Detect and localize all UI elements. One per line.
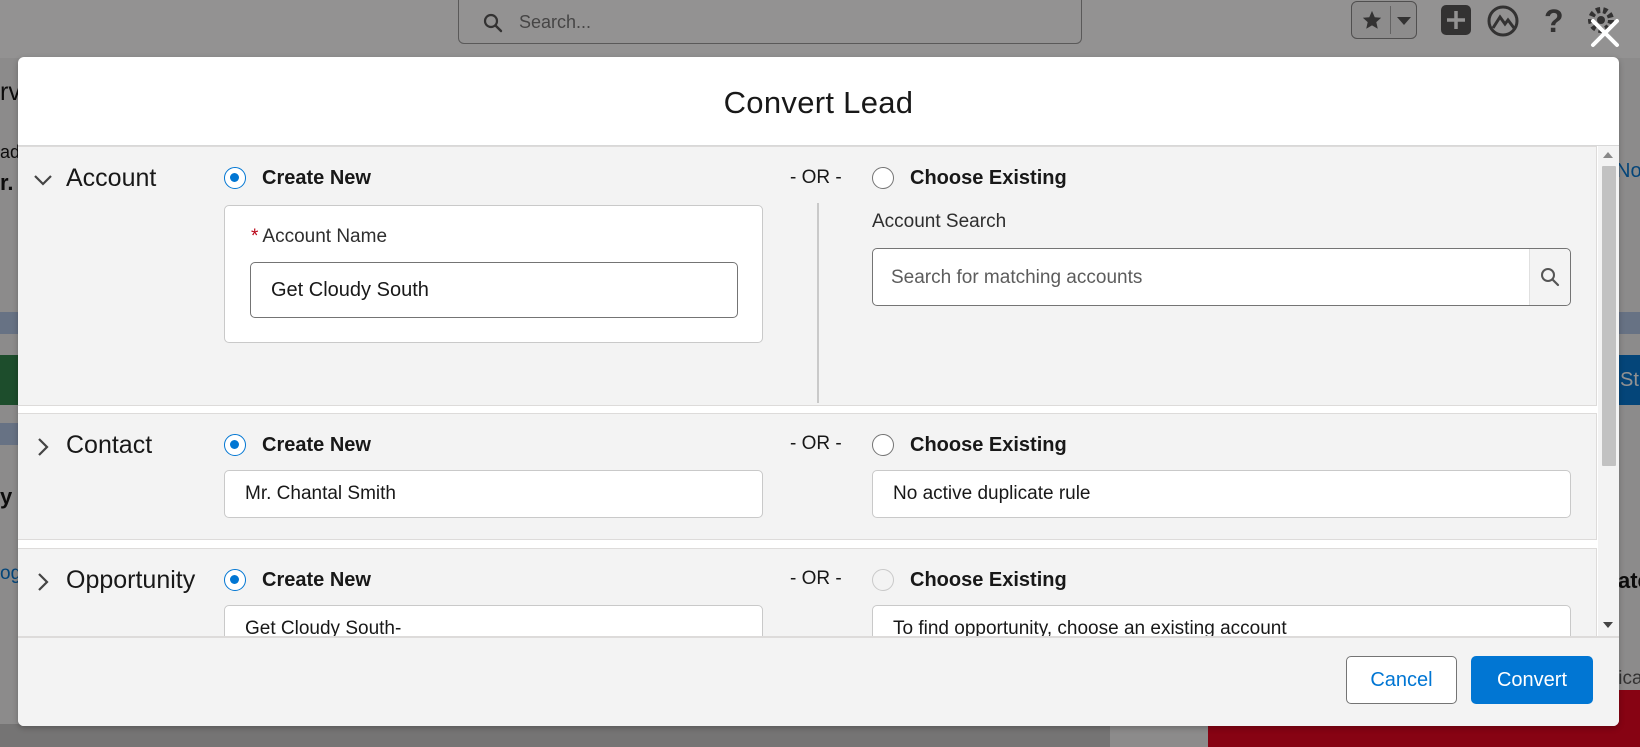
cancel-button[interactable]: Cancel [1346,656,1457,704]
opportunity-choose-existing-label: Choose Existing [910,569,1067,591]
opportunity-create-new-label[interactable]: Create New [262,569,371,592]
modal-footer: Cancel Convert [18,636,1619,726]
account-create-new-label[interactable]: Create New [262,167,371,190]
opportunity-or-separator: - OR - [790,568,842,589]
account-search-label: Account Search [872,211,1007,232]
scrollbar-thumb[interactable] [1602,166,1616,466]
section-divider [817,203,819,403]
opportunity-existing-summary: To find opportunity, choose an existing … [872,605,1571,636]
opportunity-section: Opportunity Create New - OR - Choose Exi… [18,548,1597,636]
account-section: Account Create New - OR - Choose Existin… [18,146,1597,406]
account-choose-existing-label[interactable]: Choose Existing [910,167,1067,190]
opportunity-choose-existing-radio [872,569,894,591]
account-search-button[interactable] [1529,249,1570,305]
account-new-card: * Account Name Get Cloudy South [224,205,763,343]
contact-or-separator: - OR - [790,433,842,454]
chevron-right-icon[interactable] [32,436,54,458]
contact-new-summary: Mr. Chantal Smith [224,470,763,518]
contact-existing-summary: No active duplicate rule [872,470,1571,518]
opportunity-section-title: Opportunity [66,566,196,594]
contact-choose-existing-label[interactable]: Choose Existing [910,434,1067,457]
required-marker: * [251,226,259,247]
account-name-input[interactable]: Get Cloudy South [250,262,738,318]
account-search-input[interactable]: Search for matching accounts [872,248,1571,306]
opportunity-create-new-radio[interactable] [224,569,246,591]
account-section-title: Account [66,164,157,192]
contact-section: Contact Create New - OR - Choose Existin… [18,413,1597,540]
contact-create-new-radio[interactable] [224,434,246,456]
convert-lead-modal: Convert Lead Account Create New - OR - C… [18,57,1619,726]
contact-create-new-label[interactable]: Create New [262,434,371,457]
account-or-separator: - OR - [790,167,842,188]
contact-section-title: Contact [66,431,153,459]
opportunity-new-summary: Get Cloudy South- [224,605,763,636]
account-choose-existing-radio[interactable] [872,167,894,189]
modal-header: Convert Lead [18,57,1619,146]
close-icon[interactable] [1588,16,1622,50]
account-search-placeholder: Search for matching accounts [891,267,1143,288]
contact-choose-existing-radio[interactable] [872,434,894,456]
modal-body: Account Create New - OR - Choose Existin… [18,146,1619,636]
account-create-new-radio[interactable] [224,167,246,189]
scroll-up-arrow[interactable] [1603,152,1613,158]
chevron-right-icon[interactable] [32,571,54,593]
scroll-down-arrow[interactable] [1603,622,1613,628]
search-icon [1541,268,1560,287]
chevron-down-icon[interactable] [32,169,54,191]
modal-title: Convert Lead [723,85,914,120]
account-name-label: * Account Name [251,226,388,247]
convert-button[interactable]: Convert [1471,656,1593,704]
